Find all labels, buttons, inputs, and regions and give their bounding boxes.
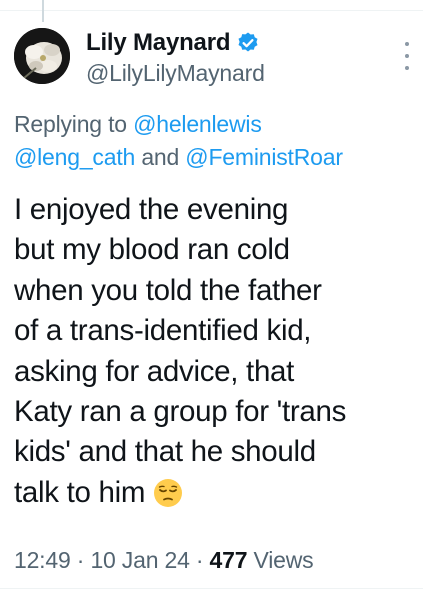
replying-to: Replying to @helenlewis @leng_cath and @…: [14, 108, 413, 174]
tweet-text: I enjoyed the evening but my blood ran c…: [14, 190, 407, 513]
meta-separator: ·: [195, 547, 204, 573]
replying-to-and: and: [141, 144, 180, 170]
bottom-divider: [0, 588, 423, 589]
tweet-text-content: I enjoyed the evening but my blood ran c…: [14, 193, 347, 509]
top-divider: [0, 10, 423, 11]
replying-to-label: Replying to: [14, 111, 127, 137]
mention-feministroar[interactable]: @FeministRoar: [185, 144, 343, 170]
tweet-header: Lily Maynard @LilyLilyMaynard: [86, 28, 383, 87]
user-handle[interactable]: @LilyLilyMaynard: [86, 60, 383, 87]
avatar[interactable]: [14, 28, 70, 84]
mention-helenlewis[interactable]: @helenlewis: [133, 111, 262, 137]
tweet-time[interactable]: 12:49: [14, 547, 71, 573]
mention-leng-cath[interactable]: @leng_cath: [14, 144, 135, 170]
views-count[interactable]: 477: [210, 547, 248, 573]
tweet-meta: 12:49 · 10 Jan 24 · 477 Views: [14, 547, 314, 574]
verified-badge-icon[interactable]: [236, 31, 260, 55]
thread-connector-line: [42, 0, 44, 22]
pensive-face-emoji: [154, 478, 183, 507]
meta-separator: ·: [76, 547, 85, 573]
avatar-flower-image: [14, 28, 70, 84]
tweet-date[interactable]: 10 Jan 24: [90, 547, 189, 573]
display-name[interactable]: Lily Maynard: [86, 29, 231, 57]
views-label: Views: [253, 547, 314, 573]
more-options-icon[interactable]: [403, 42, 411, 70]
